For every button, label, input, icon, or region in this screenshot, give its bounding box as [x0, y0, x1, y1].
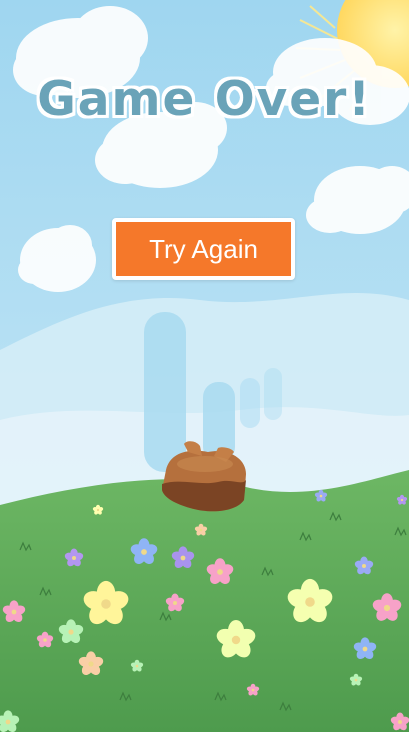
game-over-title: Game Over!	[36, 71, 372, 128]
game-scene: Game Over! Try Again	[0, 0, 409, 732]
try-again-button[interactable]: Try Again	[112, 218, 295, 280]
